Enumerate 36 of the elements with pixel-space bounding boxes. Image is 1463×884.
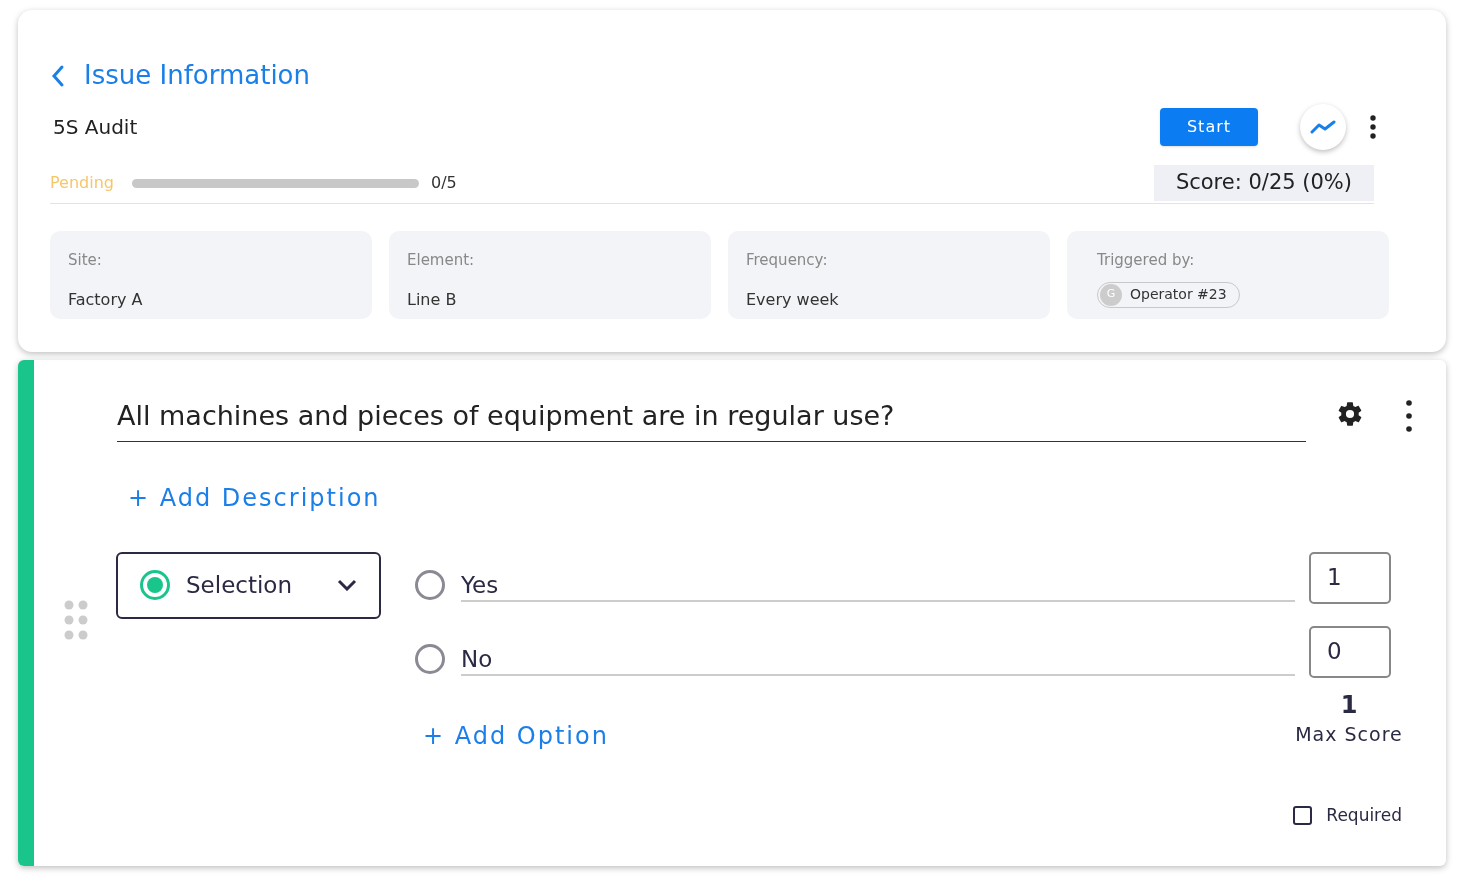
- info-value: Every week: [746, 288, 840, 311]
- max-score-label: Max Score: [1295, 721, 1403, 747]
- info-label: Triggered by:: [1097, 250, 1196, 271]
- option-radio[interactable]: [415, 569, 445, 600]
- required-checkbox[interactable]: [1293, 805, 1313, 825]
- info-label: Frequency:: [746, 250, 829, 271]
- add-description-link[interactable]: + Add Description: [128, 479, 381, 516]
- audit-name: 5S Audit: [53, 114, 138, 141]
- option-field[interactable]: No: [461, 641, 1295, 676]
- page-title: Issue Information: [84, 59, 310, 92]
- score-field[interactable]: 0: [1309, 625, 1391, 678]
- question-type-dropdown[interactable]: Selection: [116, 551, 381, 619]
- question-title-field[interactable]: All machines and pieces of equipment are in regular use?: [117, 396, 1306, 442]
- user-name: Operator #23: [1130, 285, 1227, 304]
- progress-count: 0/5: [430, 172, 457, 194]
- chevron-down-icon: [337, 579, 357, 591]
- settings-icon[interactable]: [1336, 400, 1364, 428]
- required-label: Required: [1326, 803, 1402, 827]
- info-value: Line B: [407, 288, 458, 311]
- add-option-link[interactable]: + Add Option: [423, 717, 609, 754]
- option-radio[interactable]: [415, 643, 445, 674]
- info-label: Element:: [407, 250, 476, 271]
- chart-button[interactable]: [1300, 104, 1346, 150]
- drag-handle-icon[interactable]: [64, 599, 88, 640]
- more-icon[interactable]: [1406, 400, 1412, 432]
- option-field[interactable]: Yes: [461, 567, 1295, 602]
- max-score-value: 1: [1340, 689, 1358, 720]
- info-label: Site:: [68, 250, 103, 271]
- score-field[interactable]: 1: [1309, 551, 1391, 604]
- status-label: Pending: [50, 172, 114, 194]
- score-label: Score: 0/25 (0%): [1153, 165, 1374, 201]
- trend-line-icon: [1310, 120, 1336, 134]
- info-value: Factory A: [68, 288, 144, 311]
- back-icon[interactable]: [50, 63, 66, 88]
- start-button[interactable]: Start: [1160, 108, 1258, 146]
- more-icon[interactable]: [1370, 115, 1376, 139]
